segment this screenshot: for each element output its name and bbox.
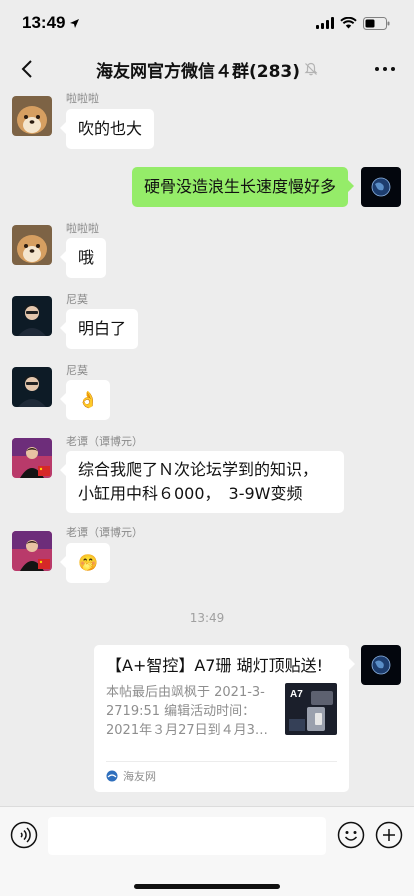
plus-icon [375,821,403,849]
shiba-dog-icon [12,96,52,136]
status-time-text: 13:49 [22,13,66,32]
shiba-dog-icon [12,225,52,265]
message-timestamp: 13:49 [189,611,225,625]
message-bubble[interactable]: 综合我爬了Ｎ次论坛学到的知识， 小缸用中科６000， 3-9W变频 [60,451,344,513]
status-time: 13:49 [22,13,80,33]
link-card[interactable]: 【A+智控】A7珊 瑚灯顶贴送! 本帖最后由飒枫于 2021-3-2719:51… [94,645,355,792]
message-bubble[interactable]: 吹的也大 [59,109,155,149]
own-avatar[interactable] [361,167,401,207]
more-dots-icon [375,67,395,71]
message-line: 综合我爬了Ｎ次论坛学到的知识， [78,460,319,479]
message-input[interactable] [48,817,326,855]
earth-icon [361,645,401,685]
avatar-shiba[interactable] [12,225,52,265]
link-card-title: 【A+智控】A7珊 瑚灯顶贴送! [106,656,323,675]
mute-bell-icon [304,62,318,76]
site-logo-icon [106,770,118,782]
avatar-laotan[interactable] [12,438,52,478]
sender-name: 尼莫 [66,364,88,377]
link-card-source-name: 海友网 [123,770,156,783]
chat-title: 海友网官方微信４群(283) [96,57,318,82]
person-avatar-icon [12,296,52,336]
emoji-button[interactable] [337,821,365,849]
earth-icon [361,167,401,207]
avatar-nemo[interactable] [12,296,52,336]
chevron-left-icon [21,60,32,78]
sender-name: 老谭（谭博元） [66,435,143,448]
message-bubble[interactable]: 🤭 [60,543,110,583]
location-arrow-icon [70,18,80,28]
input-bar [0,806,414,896]
link-card-source: 海友网 [106,761,337,784]
more-button[interactable] [372,58,398,80]
chat-header: 海友网官方微信４群(283) [0,46,414,92]
status-indicators [316,16,390,30]
status-bar: 13:49 [0,0,414,46]
cellular-signal-icon [316,17,334,29]
thumbnail-label: A7 [290,689,303,700]
message-bubble[interactable]: 👌 [60,380,110,420]
person-avatar-icon [12,367,52,407]
avatar-laotan[interactable] [12,531,52,571]
sender-name: 啦啦啦 [66,222,99,235]
emoji-icon [337,821,365,849]
person-avatar-icon [12,531,52,571]
chat-title-text: 海友网官方微信４群(283) [95,61,301,82]
avatar-shiba[interactable] [12,96,52,136]
more-functions-button[interactable] [375,821,403,849]
link-card-description: 本帖最后由飒枫于 2021-3-2719:51 编辑活动时间：2021年３月27… [106,685,268,738]
voice-icon [10,821,38,849]
message-line: 小缸用中科６000， 3-9W变频 [78,484,303,503]
sender-name: 尼莫 [66,293,88,306]
person-avatar-icon [12,438,52,478]
message-list[interactable]: 啦啦啦 吹的也大 硬骨没造浪生长速度慢好多 啦啦啦 哦 尼莫 明白了 尼莫 👌 … [0,92,414,806]
sender-name: 老谭（谭博元） [66,526,143,539]
battery-icon [363,16,390,30]
message-bubble[interactable]: 明白了 [59,309,139,349]
back-button[interactable] [14,56,40,82]
own-avatar[interactable] [361,645,401,685]
voice-input-button[interactable] [10,821,38,849]
own-message-bubble[interactable]: 硬骨没造浪生长速度慢好多 [131,167,355,207]
link-card-thumbnail: A7 [285,683,337,735]
message-bubble[interactable]: 哦 [59,238,107,278]
sender-name: 啦啦啦 [66,92,99,105]
home-indicator [134,884,280,889]
wifi-icon [340,17,357,29]
avatar-nemo[interactable] [12,367,52,407]
